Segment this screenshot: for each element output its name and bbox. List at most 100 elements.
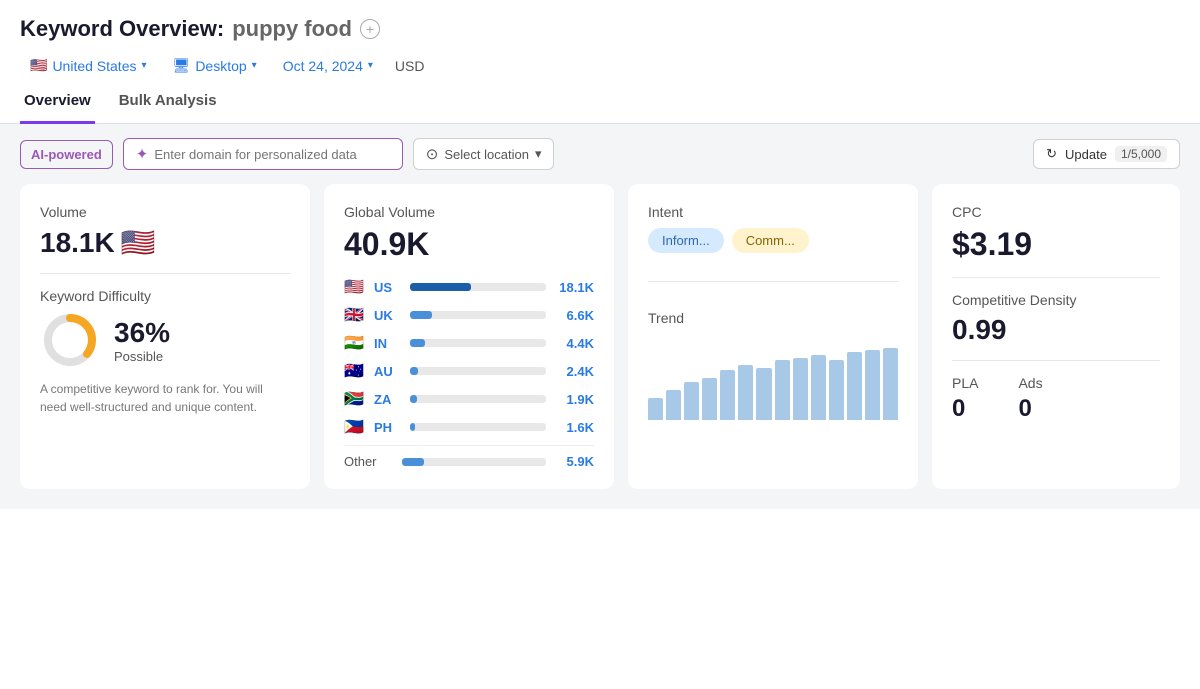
domain-input-wrapper[interactable]: ✦ [123,138,403,170]
ai-powered-badge: AI-powered [20,140,113,169]
pla-value: 0 [952,395,978,423]
domain-input[interactable] [154,147,389,162]
trend-bar-10 [811,355,826,420]
pla-label: PLA [952,375,978,391]
sparkle-icon: ✦ [136,145,149,163]
us-val: 18.1K [554,280,594,295]
comp-density-label: Competitive Density [952,292,1160,308]
za-flag: 🇿🇦 [344,389,366,409]
cards-grid: Volume 18.1K 🇺🇸 Keyword Difficulty 36% P… [0,184,1200,509]
location-caret-icon: ▾ [142,60,147,71]
tabs-nav: Overview Bulk Analysis [0,79,1200,124]
trend-bar-5 [720,370,735,420]
volume-flag-icon: 🇺🇸 [121,226,156,259]
country-row-in: 🇮🇳 IN 4.4K [344,333,594,353]
trend-bar-7 [756,368,771,420]
cpc-label: CPC [952,204,1160,220]
uk-code: UK [374,308,402,323]
device-filter-button[interactable]: 🖥 Desktop ▾ [163,52,267,79]
toolbar: AI-powered ✦ ⊙ Select location ▾ ↻ Updat… [0,124,1200,184]
location-select-caret: ▾ [535,146,542,162]
tab-overview[interactable]: Overview [20,80,95,124]
global-volume-label: Global Volume [344,204,594,220]
currency-label: USD [389,53,431,79]
pla-ads-row: PLA 0 Ads 0 [952,375,1160,423]
country-row-us: 🇺🇸 US 18.1K [344,277,594,297]
us-flag-icon: 🇺🇸 [30,57,47,74]
za-val: 1.9K [554,392,594,407]
intent-label: Intent [648,204,898,220]
trend-label: Trend [648,310,898,326]
trend-chart [648,340,898,420]
trend-bar-12 [847,352,862,420]
device-caret-icon: ▾ [252,60,257,71]
intent-badges: Inform... Comm... [648,228,898,253]
trend-bar-14 [883,348,898,420]
trend-bar-2 [666,390,681,420]
trend-bar-9 [793,358,808,420]
in-flag: 🇮🇳 [344,333,366,353]
other-label: Other [344,454,394,469]
au-code: AU [374,364,402,379]
ph-code: PH [374,420,402,435]
location-select-button[interactable]: ⊙ Select location ▾ [413,138,555,170]
other-row: Other 5.9K [344,445,594,469]
intent-badge-informational: Inform... [648,228,724,253]
date-filter-button[interactable]: Oct 24, 2024 ▾ [273,53,383,79]
pla-item: PLA 0 [952,375,978,423]
us-code: US [374,280,402,295]
ph-flag: 🇵🇭 [344,417,366,437]
global-volume-value: 40.9K [344,226,594,263]
za-code: ZA [374,392,402,407]
in-val: 4.4K [554,336,594,351]
intent-badge-commercial: Comm... [732,228,809,253]
kd-sublabel: Possible [114,349,170,364]
device-label: Desktop [195,58,246,74]
update-button[interactable]: ↻ Update 1/5,000 [1033,139,1180,169]
update-label: Update [1065,147,1107,162]
page-title-prefix: Keyword Overview: [20,16,224,42]
uk-flag: 🇬🇧 [344,305,366,325]
tab-bulk-analysis[interactable]: Bulk Analysis [115,80,221,124]
global-volume-card: Global Volume 40.9K 🇺🇸 US 18.1K 🇬🇧 UK 6.… [324,184,614,489]
ph-val: 1.6K [554,420,594,435]
volume-card: Volume 18.1K 🇺🇸 Keyword Difficulty 36% P… [20,184,310,489]
intent-trend-card: Intent Inform... Comm... Trend [628,184,918,489]
kd-donut-chart [40,310,100,370]
update-count-badge: 1/5,000 [1115,146,1167,162]
kd-label: Keyword Difficulty [40,288,290,304]
trend-bar-13 [865,350,880,420]
trend-bar-11 [829,360,844,420]
ads-item: Ads 0 [1018,375,1042,423]
ads-value: 0 [1018,395,1042,423]
add-keyword-button[interactable]: + [360,19,380,39]
comp-density-value: 0.99 [952,314,1160,346]
other-val: 5.9K [554,454,594,469]
kd-description: A competitive keyword to rank for. You w… [40,380,290,416]
date-label: Oct 24, 2024 [283,58,363,74]
location-filter-button[interactable]: 🇺🇸 United States ▾ [20,52,157,79]
trend-bar-4 [702,378,717,420]
au-val: 2.4K [554,364,594,379]
location-label: United States [52,58,136,74]
trend-bar-1 [648,398,663,420]
location-pin-icon: ⊙ [426,145,439,163]
volume-label: Volume [40,204,290,220]
uk-val: 6.6K [554,308,594,323]
country-row-ph: 🇵🇭 PH 1.6K [344,417,594,437]
in-code: IN [374,336,402,351]
country-row-za: 🇿🇦 ZA 1.9K [344,389,594,409]
date-caret-icon: ▾ [368,60,373,71]
us-flag: 🇺🇸 [344,277,366,297]
kd-percent: 36% [114,317,170,349]
volume-value: 18.1K 🇺🇸 [40,226,290,259]
trend-bars [648,340,898,420]
cpc-card: CPC $3.19 Competitive Density 0.99 PLA 0… [932,184,1180,489]
trend-bar-6 [738,365,753,420]
refresh-icon: ↻ [1046,146,1057,162]
country-row-uk: 🇬🇧 UK 6.6K [344,305,594,325]
cpc-value: $3.19 [952,226,1160,263]
page-title-query: puppy food [232,16,352,42]
trend-bar-8 [775,360,790,420]
au-flag: 🇦🇺 [344,361,366,381]
